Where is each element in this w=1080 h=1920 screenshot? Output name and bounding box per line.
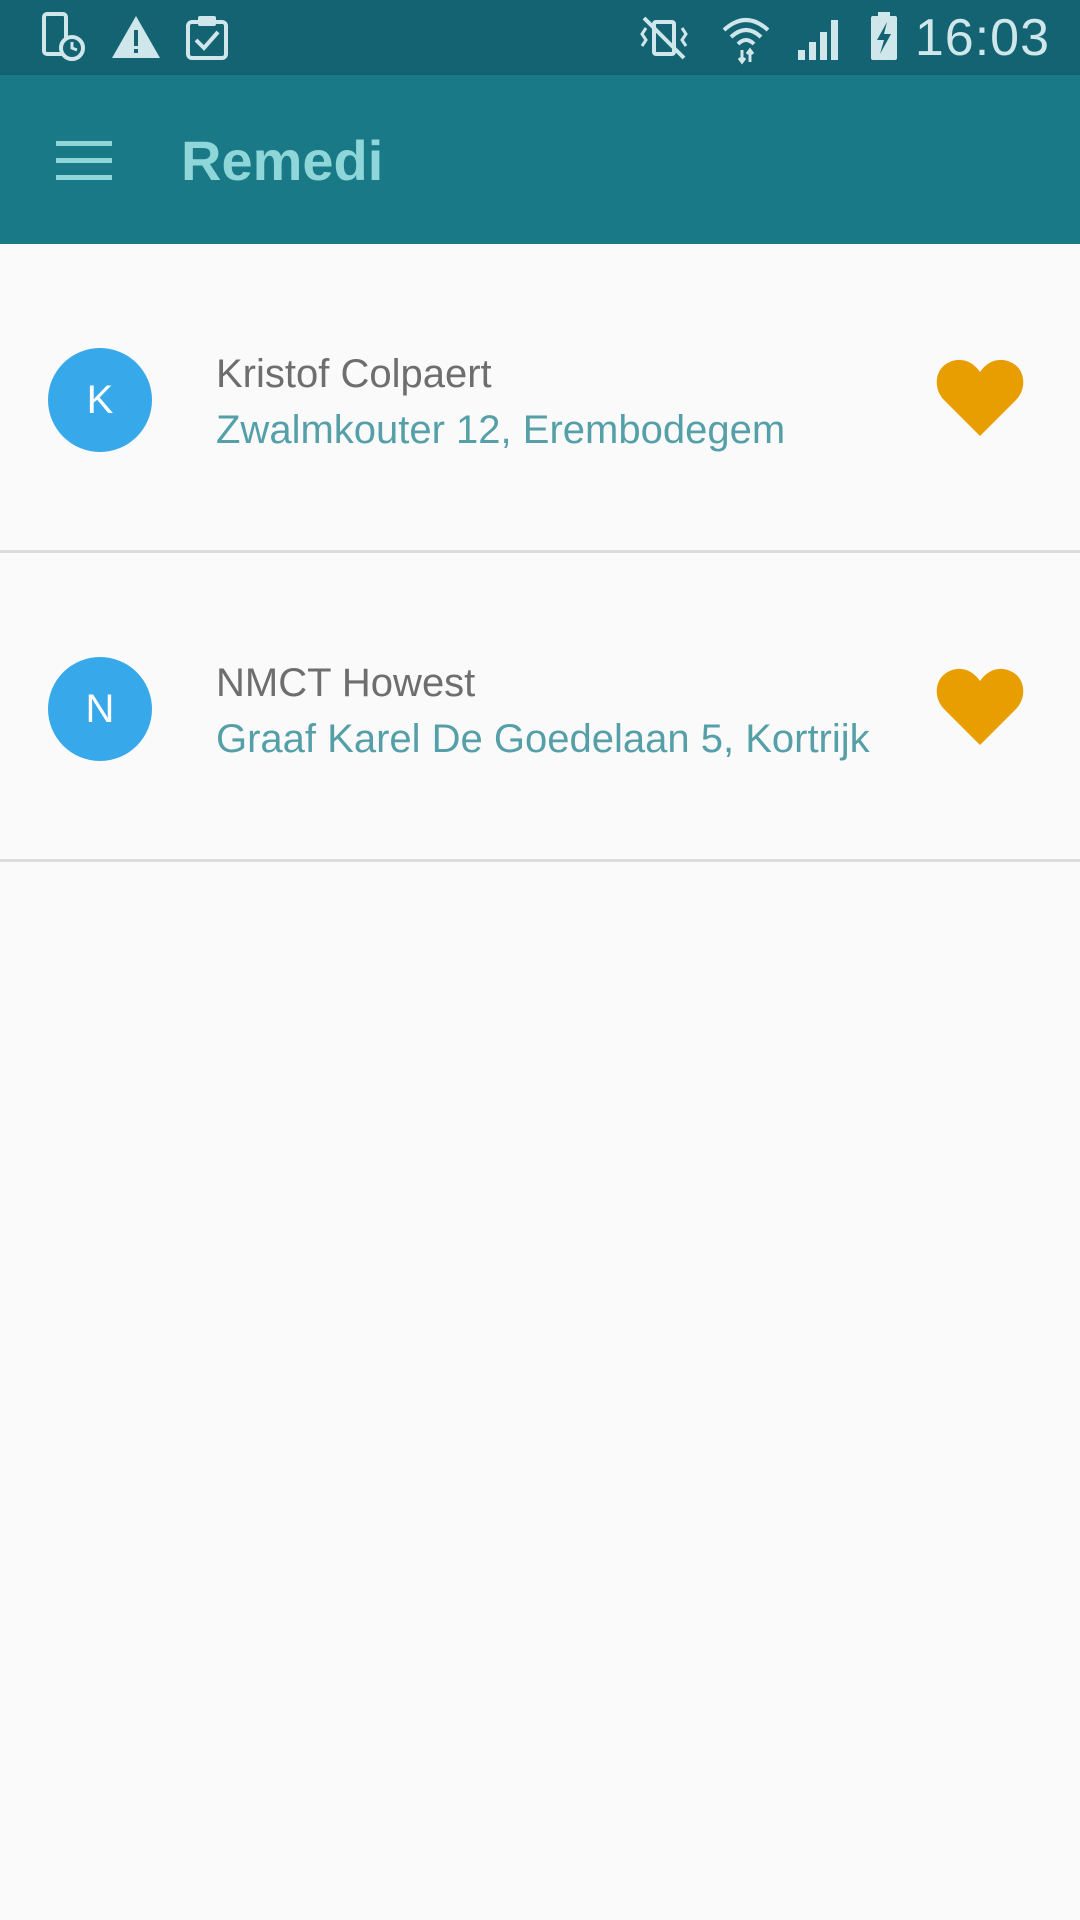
avatar: K [48,348,152,452]
status-bar: 16:03 [0,0,1080,75]
signal-icon [792,10,848,66]
favorite-button[interactable] [924,348,1036,452]
contact-name: NMCT Howest [216,661,476,705]
contact-list: K Kristof Colpaert Zwalmkouter 12, Eremb… [0,244,1080,862]
phone-clock-icon [36,10,92,66]
app-title: Remedi [181,129,384,192]
status-time: 16:03 [914,9,1050,67]
list-item[interactable]: K Kristof Colpaert Zwalmkouter 12, Eremb… [0,244,1080,553]
avatar: N [48,657,152,761]
app-bar: Remedi [0,75,1080,244]
vibrate-mute-icon [636,10,692,66]
contact-address: Zwalmkouter 12, Erembodegem [216,408,786,452]
battery-charging-icon [856,10,912,66]
list-item[interactable]: N NMCT Howest Graaf Karel De Goedelaan 5… [0,553,1080,862]
heart-icon [936,667,1024,752]
contact-name: Kristof Colpaert [216,352,492,396]
hamburger-menu-icon [56,139,112,188]
favorite-button[interactable] [924,657,1036,761]
warning-icon [108,10,164,66]
clipboard-check-icon [180,10,236,66]
contact-address: Graaf Karel De Goedelaan 5, Kortrijk [216,717,870,761]
menu-button[interactable] [36,115,132,211]
wifi-icon [718,10,774,66]
heart-icon [936,358,1024,443]
